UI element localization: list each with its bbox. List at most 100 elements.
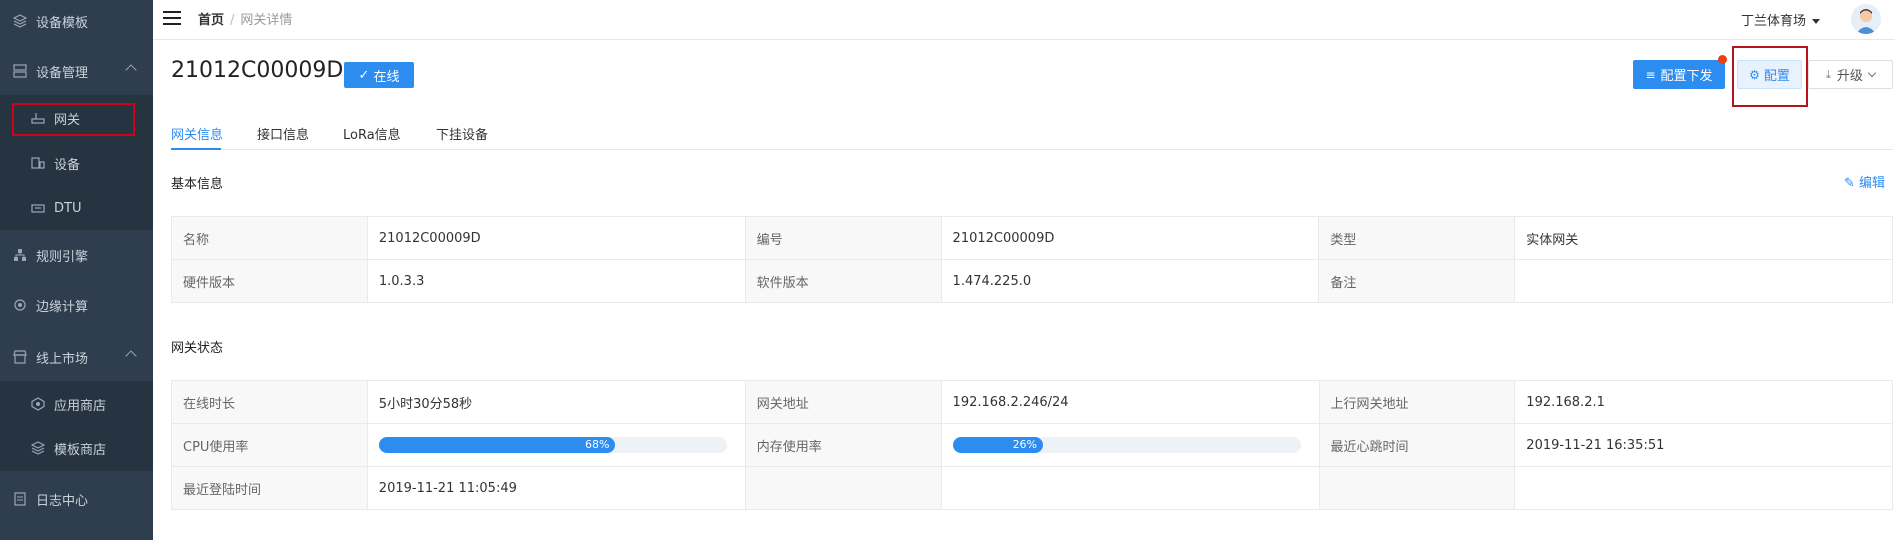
field-label: 编号: [744, 216, 942, 260]
memory-progress-text: 26%: [1012, 438, 1038, 451]
field-label: 备注: [1318, 259, 1516, 303]
sidebar-subitem-dtu[interactable]: DTU: [0, 186, 153, 230]
field-value: 2019-11-21 16:35:51: [1514, 423, 1893, 467]
sidebar-item-label: 日志中心: [36, 493, 89, 509]
field-value: 2019-11-21 11:05:49: [366, 466, 746, 510]
table-row: 最近登陆时间 2019-11-21 11:05:49: [171, 466, 1893, 510]
device-icon: [30, 155, 46, 171]
menu-toggle-icon[interactable]: [163, 11, 181, 25]
field-label: 网关地址: [744, 380, 942, 424]
server-icon: [12, 63, 28, 79]
basic-info-table: 名称 21012C00009D 编号 21012C00009D 类型 实体网关 …: [171, 216, 1893, 303]
table-row: 在线时长 5小时30分58秒 网关地址 192.168.2.246/24 上行网…: [171, 380, 1893, 424]
memory-progress-bar: 26%: [952, 437, 1301, 453]
tab-gateway-info[interactable]: 网关信息: [171, 124, 223, 150]
sidebar-item-rule-engine[interactable]: 规则引擎: [0, 231, 153, 279]
caret-down-icon: [1812, 19, 1820, 24]
document-icon: [12, 491, 28, 507]
field-value: 68%: [366, 423, 746, 467]
tab-attached-devices[interactable]: 下挂设备: [436, 124, 488, 150]
table-row: 硬件版本 1.0.3.3 软件版本 1.474.225.0 备注: [171, 259, 1893, 303]
field-value: 实体网关: [1514, 216, 1893, 260]
sidebar-subitem-label: 模板商店: [54, 442, 107, 458]
breadcrumb-current: 网关详情: [240, 13, 293, 28]
app: 设备模板 设备管理 网关 设备 DTU 规则引擎 边缘计算 线上市场 应用商店 …: [0, 0, 1895, 540]
check-icon: ✓: [358, 67, 370, 83]
field-value: 1.0.3.3: [366, 259, 746, 303]
cpu-progress-fill: 68%: [378, 437, 616, 453]
edit-icon: ✎: [1843, 176, 1855, 191]
empty-cell: [1514, 466, 1893, 510]
empty-cell: [940, 466, 1320, 510]
breadcrumb: 首页 / 网关详情: [198, 9, 292, 28]
field-value: 1.474.225.0: [940, 259, 1320, 303]
sidebar-item-device-management[interactable]: 设备管理: [0, 47, 153, 95]
highlight-box-config: [1732, 46, 1808, 107]
chip-icon: [12, 297, 28, 313]
field-label: 类型: [1318, 216, 1516, 260]
tab-lora-info[interactable]: LoRa信息: [343, 124, 401, 150]
highlight-box-gateway: [12, 103, 135, 136]
cpu-progress-text: 68%: [584, 438, 610, 451]
edit-link[interactable]: ✎ 编辑: [1844, 172, 1885, 191]
field-label: 上行网关地址: [1318, 380, 1516, 424]
tab-bar: 网关信息 接口信息 LoRa信息 下挂设备: [171, 124, 1893, 150]
empty-cell: [744, 466, 942, 510]
download-icon: ⤓: [1826, 67, 1831, 81]
sidebar-item-label: 规则引擎: [36, 249, 89, 265]
sidebar-subitem-device[interactable]: 设备: [0, 141, 153, 185]
sidebar-subitem-template-store[interactable]: 模板商店: [0, 426, 153, 470]
gateway-status-table: 在线时长 5小时30分58秒 网关地址 192.168.2.246/24 上行网…: [171, 380, 1893, 510]
section-title-status: 网关状态: [171, 341, 224, 356]
field-label: 最近登陆时间: [171, 466, 368, 510]
template-store-icon: [30, 440, 46, 456]
edit-label: 编辑: [1858, 176, 1885, 191]
sidebar-item-label: 设备管理: [36, 65, 89, 81]
memory-progress-fill: 26%: [952, 437, 1044, 453]
field-value: 5小时30分58秒: [366, 380, 746, 424]
dtu-icon: [30, 200, 46, 216]
field-value: 192.168.2.246/24: [940, 380, 1320, 424]
topbar: 首页 / 网关详情 丁兰体育场: [153, 0, 1895, 40]
page-title: 21012C00009D: [171, 58, 344, 83]
sidebar-item-label: 线上市场: [36, 351, 89, 367]
field-label: 最近心跳时间: [1318, 423, 1516, 467]
chevron-up-icon: [125, 350, 137, 362]
list-icon: ≡: [1645, 67, 1656, 82]
app-store-icon: [30, 396, 46, 412]
field-label: 软件版本: [744, 259, 942, 303]
user-name: 丁兰体育场: [1740, 14, 1806, 29]
sidebar-item-device-templates[interactable]: 设备模板: [0, 0, 153, 45]
sidebar: 设备模板 设备管理 网关 设备 DTU 规则引擎 边缘计算 线上市场 应用商店 …: [0, 0, 153, 540]
sidebar-subitem-app-store[interactable]: 应用商店: [0, 382, 153, 426]
user-menu[interactable]: 丁兰体育场: [1741, 10, 1820, 29]
sidebar-item-market[interactable]: 线上市场: [0, 333, 153, 381]
deploy-config-label: 配置下发: [1660, 69, 1713, 84]
upgrade-button[interactable]: ⤓ 升级: [1808, 60, 1893, 89]
sidebar-item-label: 边缘计算: [36, 299, 89, 315]
notification-dot: [1718, 55, 1727, 64]
breadcrumb-home[interactable]: 首页: [198, 13, 224, 28]
field-value: 21012C00009D: [366, 216, 746, 260]
empty-cell: [1318, 466, 1516, 510]
field-value: 26%: [940, 423, 1320, 467]
upgrade-button-label: 升级: [1836, 69, 1863, 84]
section-title-basic: 基本信息: [171, 177, 224, 192]
tab-interface-info[interactable]: 接口信息: [257, 124, 309, 150]
avatar[interactable]: [1851, 4, 1881, 34]
sidebar-subitem-label: 设备: [54, 157, 81, 173]
status-badge: ✓ 在线: [344, 62, 414, 88]
deploy-config-button[interactable]: ≡ 配置下发: [1633, 60, 1725, 89]
field-value: 192.168.2.1: [1514, 380, 1893, 424]
field-label: 在线时长: [171, 380, 368, 424]
store-icon: [12, 349, 28, 365]
cpu-progress-bar: 68%: [378, 437, 727, 453]
sidebar-item-label: 设备模板: [36, 15, 89, 31]
chevron-down-icon: [1867, 68, 1877, 78]
layers-icon: [12, 13, 28, 29]
sidebar-item-edge-computing[interactable]: 边缘计算: [0, 281, 153, 329]
breadcrumb-separator: /: [230, 13, 235, 28]
sidebar-item-log-center[interactable]: 日志中心: [0, 475, 153, 523]
table-row: 名称 21012C00009D 编号 21012C00009D 类型 实体网关: [171, 216, 1893, 260]
sidebar-subitem-label: DTU: [54, 200, 82, 216]
